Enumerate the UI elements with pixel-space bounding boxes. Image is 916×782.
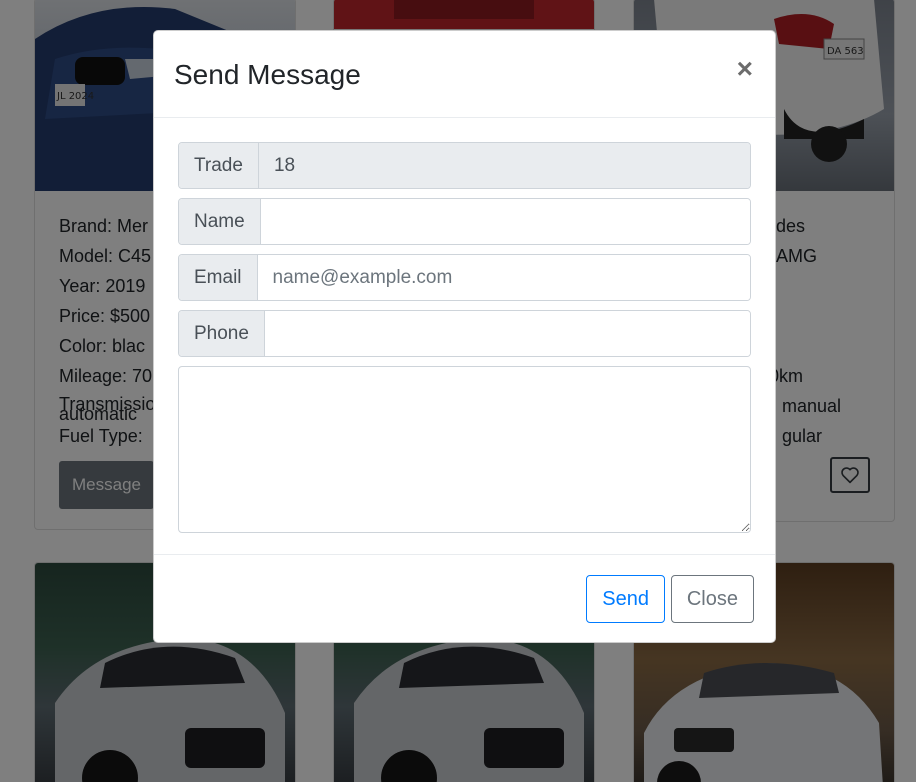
name-input[interactable] — [260, 199, 750, 244]
phone-input[interactable] — [264, 311, 750, 356]
message-textarea[interactable] — [178, 366, 751, 533]
send-message-modal: Send Message × Trade Name Email Phone Se… — [153, 30, 776, 643]
trade-label: Trade — [179, 143, 259, 188]
trade-input-group: Trade — [178, 142, 751, 189]
email-input[interactable] — [257, 255, 750, 300]
trade-input[interactable] — [258, 143, 750, 188]
close-icon[interactable]: × — [737, 53, 753, 85]
modal-footer: Send Close — [154, 555, 775, 643]
modal-body: Trade Name Email Phone — [154, 118, 775, 555]
modal-header: Send Message × — [154, 31, 775, 118]
name-label: Name — [179, 199, 261, 244]
phone-input-group: Phone — [178, 310, 751, 357]
close-button[interactable]: Close — [670, 575, 754, 623]
email-input-group: Email — [178, 254, 751, 301]
phone-label: Phone — [179, 311, 265, 356]
modal-title: Send Message — [174, 59, 361, 90]
email-label: Email — [179, 255, 258, 300]
name-input-group: Name — [178, 198, 751, 245]
send-button[interactable]: Send — [586, 575, 665, 623]
